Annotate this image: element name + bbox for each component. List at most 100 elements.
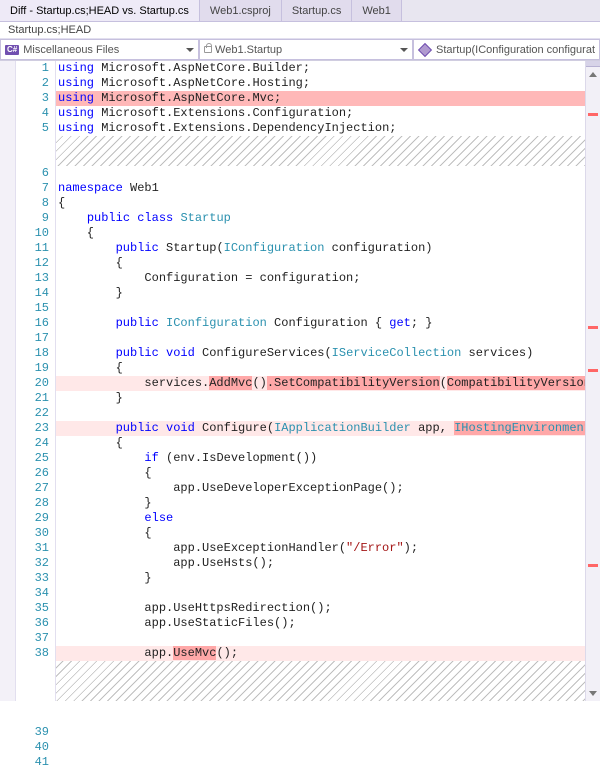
code-line[interactable]: using Microsoft.AspNetCore.Mvc; <box>56 91 585 106</box>
code-line[interactable]: app.UseHsts(); <box>56 556 585 571</box>
indicator-margin <box>0 61 16 701</box>
code-line[interactable]: { <box>56 361 585 376</box>
code-line[interactable]: public void Configure(IApplicationBuilde… <box>56 421 585 436</box>
code-line[interactable] <box>56 661 585 701</box>
line-number: 36 <box>16 616 49 631</box>
class-dropdown[interactable]: Web1.Startup <box>199 39 413 60</box>
line-number: 22 <box>16 406 49 421</box>
code-line[interactable] <box>56 631 585 646</box>
project-dropdown-label: Miscellaneous Files <box>23 44 182 56</box>
document-tab[interactable]: Startup.cs <box>282 0 353 21</box>
member-dropdown-label: Startup(IConfiguration configurat <box>436 44 595 56</box>
code-line[interactable]: using Microsoft.Extensions.DependencyInj… <box>56 121 585 136</box>
code-line[interactable]: else <box>56 511 585 526</box>
code-line[interactable]: public IConfiguration Configuration { ge… <box>56 316 585 331</box>
code-line[interactable]: using Microsoft.Extensions.Configuration… <box>56 106 585 121</box>
line-number: 23 <box>16 421 49 436</box>
code-line[interactable]: if (env.IsDevelopment()) <box>56 451 585 466</box>
line-number <box>16 136 49 166</box>
line-number: 27 <box>16 481 49 496</box>
diff-mark[interactable] <box>588 113 598 116</box>
scroll-track[interactable] <box>586 76 600 686</box>
document-tabs: Diff - Startup.cs;HEAD vs. Startup.csWeb… <box>0 0 600 22</box>
code-line[interactable]: app.UseMvc(); <box>56 646 585 661</box>
document-tab[interactable]: Diff - Startup.cs;HEAD vs. Startup.cs <box>0 0 200 21</box>
line-number: 16 <box>16 316 49 331</box>
line-number: 41 <box>16 755 49 770</box>
diff-mark[interactable] <box>588 369 598 372</box>
line-number: 9 <box>16 211 49 226</box>
code-line[interactable] <box>56 331 585 346</box>
line-number: 4 <box>16 106 49 121</box>
line-number-gutter: 1234567891011121314151617181920212223242… <box>16 61 56 701</box>
vertical-scrollbar[interactable] <box>585 61 600 701</box>
code-line[interactable] <box>56 586 585 601</box>
chevron-down-icon <box>400 48 408 52</box>
code-line[interactable]: } <box>56 496 585 511</box>
line-number: 1 <box>16 61 49 76</box>
line-number: 30 <box>16 526 49 541</box>
code-line[interactable]: services.AddMvc().SetCompatibilityVersio… <box>56 376 585 391</box>
chevron-down-icon <box>186 48 194 52</box>
line-number: 14 <box>16 286 49 301</box>
code-line[interactable] <box>56 406 585 421</box>
document-tab[interactable]: Web1.csproj <box>200 0 282 21</box>
scroll-down-button[interactable] <box>586 686 600 701</box>
code-line[interactable] <box>56 136 585 166</box>
code-line[interactable]: using Microsoft.AspNetCore.Builder; <box>56 61 585 76</box>
code-line[interactable]: { <box>56 436 585 451</box>
code-line[interactable]: public void ConfigureServices(IServiceCo… <box>56 346 585 361</box>
project-dropdown[interactable]: C# Miscellaneous Files <box>0 39 199 60</box>
line-number: 24 <box>16 436 49 451</box>
line-number: 40 <box>16 740 49 755</box>
line-number: 17 <box>16 331 49 346</box>
code-line[interactable]: } <box>56 391 585 406</box>
line-number: 32 <box>16 556 49 571</box>
class-dropdown-label: Web1.Startup <box>215 44 396 56</box>
line-number: 19 <box>16 361 49 376</box>
line-number: 26 <box>16 466 49 481</box>
member-dropdown[interactable]: Startup(IConfiguration configurat <box>413 39 600 60</box>
code-line[interactable]: } <box>56 571 585 586</box>
line-number: 5 <box>16 121 49 136</box>
code-line[interactable]: { <box>56 226 585 241</box>
code-line[interactable]: Configuration = configuration; <box>56 271 585 286</box>
line-number: 12 <box>16 256 49 271</box>
code-line[interactable]: app.UseDeveloperExceptionPage(); <box>56 481 585 496</box>
line-number: 20 <box>16 376 49 391</box>
navigation-bar: C# Miscellaneous Files Web1.Startup Star… <box>0 39 600 61</box>
code-line[interactable]: app.UseHttpsRedirection(); <box>56 601 585 616</box>
line-number: 29 <box>16 511 49 526</box>
diff-mark[interactable] <box>588 326 598 329</box>
diff-mark[interactable] <box>588 564 598 567</box>
code-line[interactable]: public class Startup <box>56 211 585 226</box>
code-line[interactable]: using Microsoft.AspNetCore.Hosting; <box>56 76 585 91</box>
line-number: 15 <box>16 301 49 316</box>
code-surface[interactable]: using Microsoft.AspNetCore.Builder;using… <box>56 61 585 701</box>
code-line[interactable]: namespace Web1 <box>56 181 585 196</box>
code-line[interactable] <box>56 166 585 181</box>
document-tab[interactable]: Web1 <box>352 0 402 21</box>
chevron-down-icon <box>589 691 597 696</box>
code-line[interactable]: } <box>56 286 585 301</box>
code-line[interactable] <box>56 301 585 316</box>
line-number: 7 <box>16 181 49 196</box>
code-line[interactable]: public Startup(IConfiguration configurat… <box>56 241 585 256</box>
line-number: 38 <box>16 646 49 661</box>
line-number: 13 <box>16 271 49 286</box>
line-number: 25 <box>16 451 49 466</box>
csharp-icon: C# <box>5 45 19 55</box>
code-editor[interactable]: 1234567891011121314151617181920212223242… <box>0 61 600 701</box>
code-line[interactable]: app.UseExceptionHandler("/Error"); <box>56 541 585 556</box>
line-number: 21 <box>16 391 49 406</box>
code-line[interactable]: app.UseStaticFiles(); <box>56 616 585 631</box>
code-line[interactable]: { <box>56 256 585 271</box>
code-line[interactable]: { <box>56 526 585 541</box>
line-number <box>16 661 49 725</box>
code-line[interactable]: { <box>56 196 585 211</box>
code-line[interactable]: { <box>56 466 585 481</box>
line-number: 2 <box>16 76 49 91</box>
line-number: 6 <box>16 166 49 181</box>
line-number: 3 <box>16 91 49 106</box>
line-number: 34 <box>16 586 49 601</box>
